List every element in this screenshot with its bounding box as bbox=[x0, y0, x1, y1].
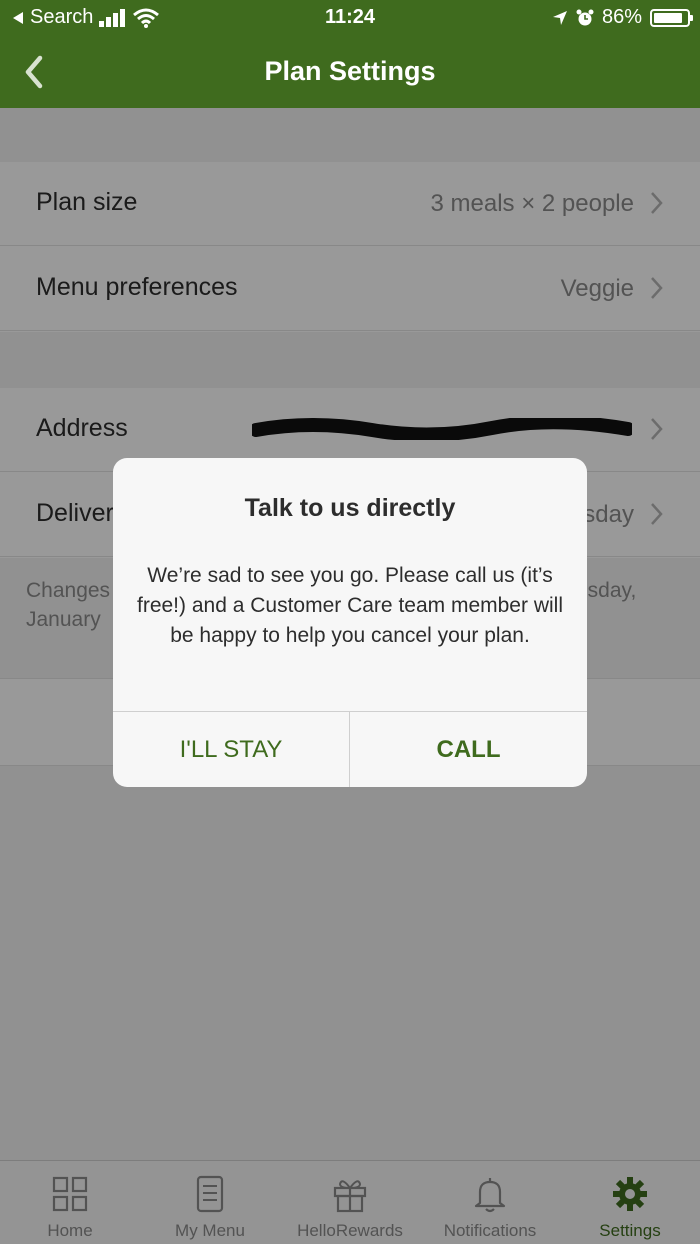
location-icon bbox=[552, 10, 567, 25]
battery-percent: 86% bbox=[601, 6, 642, 28]
dialog-message: We’re sad to see you go. Please call us … bbox=[137, 564, 563, 647]
page-title: Plan Settings bbox=[264, 56, 436, 86]
status-bar: Search 11:24 86% bbox=[0, 0, 700, 36]
nav-bar: Plan Settings bbox=[0, 36, 700, 108]
battery-icon bbox=[650, 8, 693, 27]
cancel-plan-dialog: Talk to us directly We’re sad to see you… bbox=[113, 458, 587, 787]
alarm-icon bbox=[576, 9, 594, 25]
stay-button[interactable]: I'LL STAY bbox=[113, 712, 349, 787]
dialog-title: Talk to us directly bbox=[244, 494, 456, 522]
modal-backdrop-tabbar bbox=[0, 1160, 700, 1244]
call-button[interactable]: CALL bbox=[350, 712, 587, 787]
